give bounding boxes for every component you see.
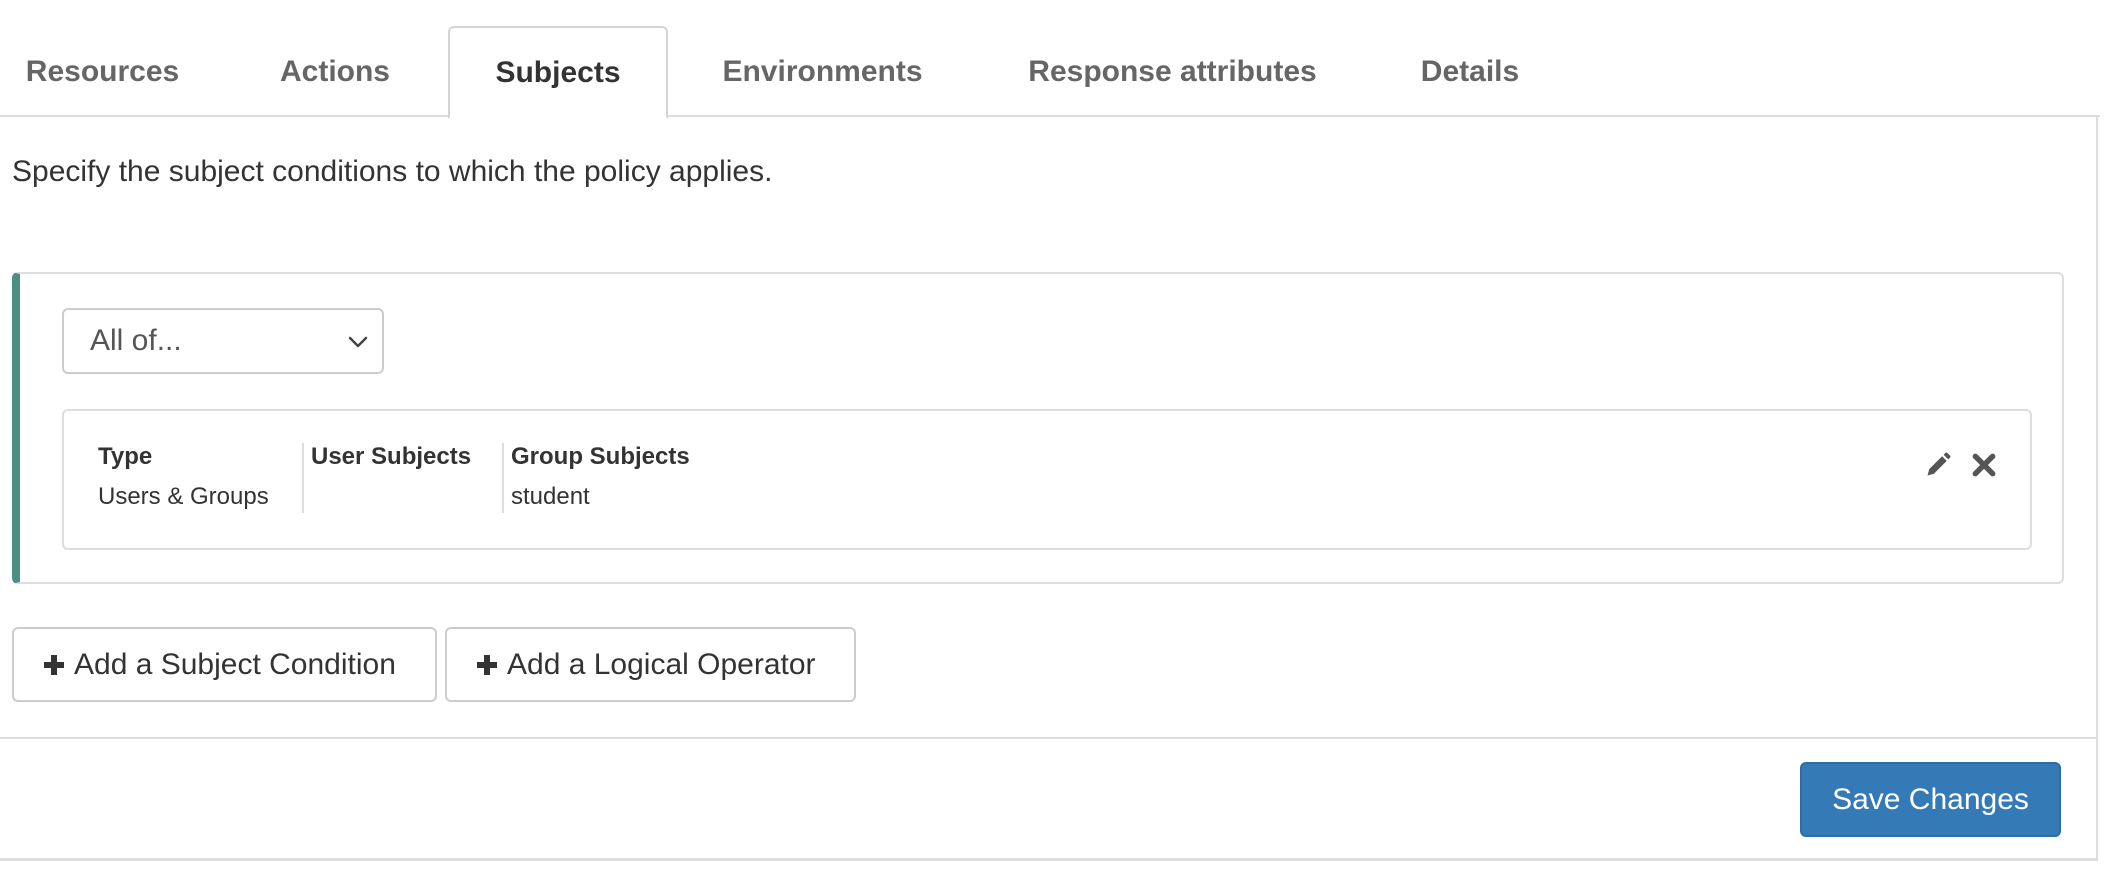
chevron-down-icon <box>348 336 368 348</box>
rule-column-user-subjects: User Subjects <box>311 443 471 515</box>
tab-label: Environments <box>722 54 923 88</box>
column-value: Users & Groups <box>98 483 269 510</box>
close-icon[interactable] <box>1968 449 2000 481</box>
add-logical-operator-button[interactable]: Add a Logical Operator <box>445 627 856 702</box>
operator-selected-value: All of... <box>90 324 182 357</box>
plus-icon <box>477 654 497 675</box>
save-changes-button[interactable]: Save Changes <box>1800 762 2061 837</box>
tab-subjects[interactable]: Subjects <box>448 26 668 119</box>
button-label: Add a Subject Condition <box>74 647 396 681</box>
button-label: Save Changes <box>1832 782 2029 816</box>
footer-divider <box>0 737 2098 739</box>
rule-actions <box>1922 449 2000 481</box>
tab-resources[interactable]: Resources <box>0 26 205 117</box>
condition-group: All of... Type Users & Groups User Subje… <box>12 272 2064 584</box>
tab-environments[interactable]: Environments <box>700 26 945 117</box>
tab-details[interactable]: Details <box>1400 26 1540 117</box>
button-label: Add a Logical Operator <box>507 647 816 681</box>
rule-column-group-subjects: Group Subjects student <box>511 443 690 515</box>
tab-label: Response attributes <box>1028 54 1317 88</box>
column-divider <box>502 443 504 513</box>
tab-label: Resources <box>25 54 180 88</box>
tab-label: Actions <box>279 54 390 88</box>
column-divider <box>302 443 304 513</box>
column-header: Type <box>98 443 153 470</box>
rule-column-type: Type Users & Groups <box>98 443 269 515</box>
plus-icon <box>44 654 64 675</box>
tab-actions[interactable]: Actions <box>240 26 430 117</box>
tab-bar: Resources Actions Subjects Environments … <box>0 26 2100 119</box>
tab-response-attributes[interactable]: Response attributes <box>1005 26 1340 117</box>
column-header: Group Subjects <box>511 443 690 470</box>
subjects-panel: Specify the subject conditions to which … <box>0 117 2098 861</box>
column-header: User Subjects <box>311 443 472 470</box>
logical-operator-select[interactable]: All of... <box>62 308 384 374</box>
subject-condition-card: Type Users & Groups User Subjects Group … <box>62 409 2032 550</box>
add-subject-condition-button[interactable]: Add a Subject Condition <box>12 627 437 702</box>
pencil-icon[interactable] <box>1922 449 1954 481</box>
intro-text: Specify the subject conditions to which … <box>12 155 773 188</box>
column-value: student <box>511 483 590 510</box>
tab-label: Details <box>1420 54 1520 88</box>
tab-label: Subjects <box>495 55 621 89</box>
